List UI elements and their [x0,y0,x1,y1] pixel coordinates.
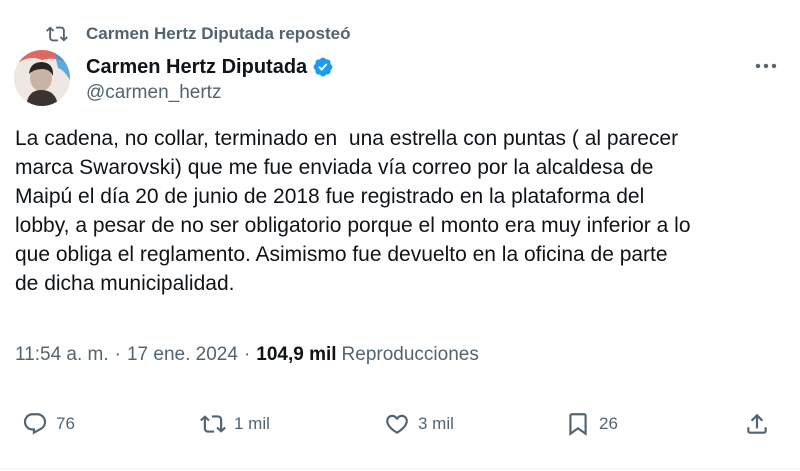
heart-icon [384,411,410,437]
views-count[interactable]: 104,9 mil [256,344,336,366]
meta-separator: · [243,344,251,365]
divider [0,468,800,469]
verified-badge-icon [312,56,334,78]
more-options-icon[interactable] [752,56,780,76]
avatar[interactable] [14,50,70,106]
share-button[interactable] [744,404,770,444]
share-icon [744,411,770,437]
repost-button[interactable]: 1 mil [200,404,270,444]
reply-button[interactable]: 76 [22,404,75,444]
repost-icon [200,411,226,437]
views-label[interactable]: Reproducciones [342,344,479,366]
tweet-text: La cadena, no collar, terminado en una e… [15,127,691,295]
reply-icon [22,411,48,437]
like-count: 3 mil [418,414,454,433]
author-handle[interactable]: @carmen_hertz [86,82,221,104]
bookmark-button[interactable]: 26 [565,404,618,444]
bookmark-icon [565,411,591,437]
author-name-row[interactable]: Carmen Hertz Diputada [86,54,334,80]
repost-icon [46,23,68,45]
author-name[interactable]: Carmen Hertz Diputada [86,56,307,79]
bookmark-count: 26 [599,414,618,433]
tweet-date[interactable]: 17 ene. 2024 [127,344,238,366]
tweet-meta: 11:54 a. m. · 17 ene. 2024 · 104,9 mil R… [15,342,479,368]
like-button[interactable]: 3 mil [384,404,454,444]
action-bar: 76 1 mil 3 mil 26 [0,404,800,444]
repost-header[interactable]: Carmen Hertz Diputada reposteó [46,22,351,46]
repost-label[interactable]: Carmen Hertz Diputada reposteó [86,24,351,44]
repost-count: 1 mil [234,414,270,433]
meta-separator: · [114,344,121,365]
reply-count: 76 [56,414,75,433]
tweet[interactable]: Carmen Hertz Diputada reposteó Carmen He… [0,0,800,471]
tweet-time[interactable]: 11:54 a. m. [15,344,109,366]
